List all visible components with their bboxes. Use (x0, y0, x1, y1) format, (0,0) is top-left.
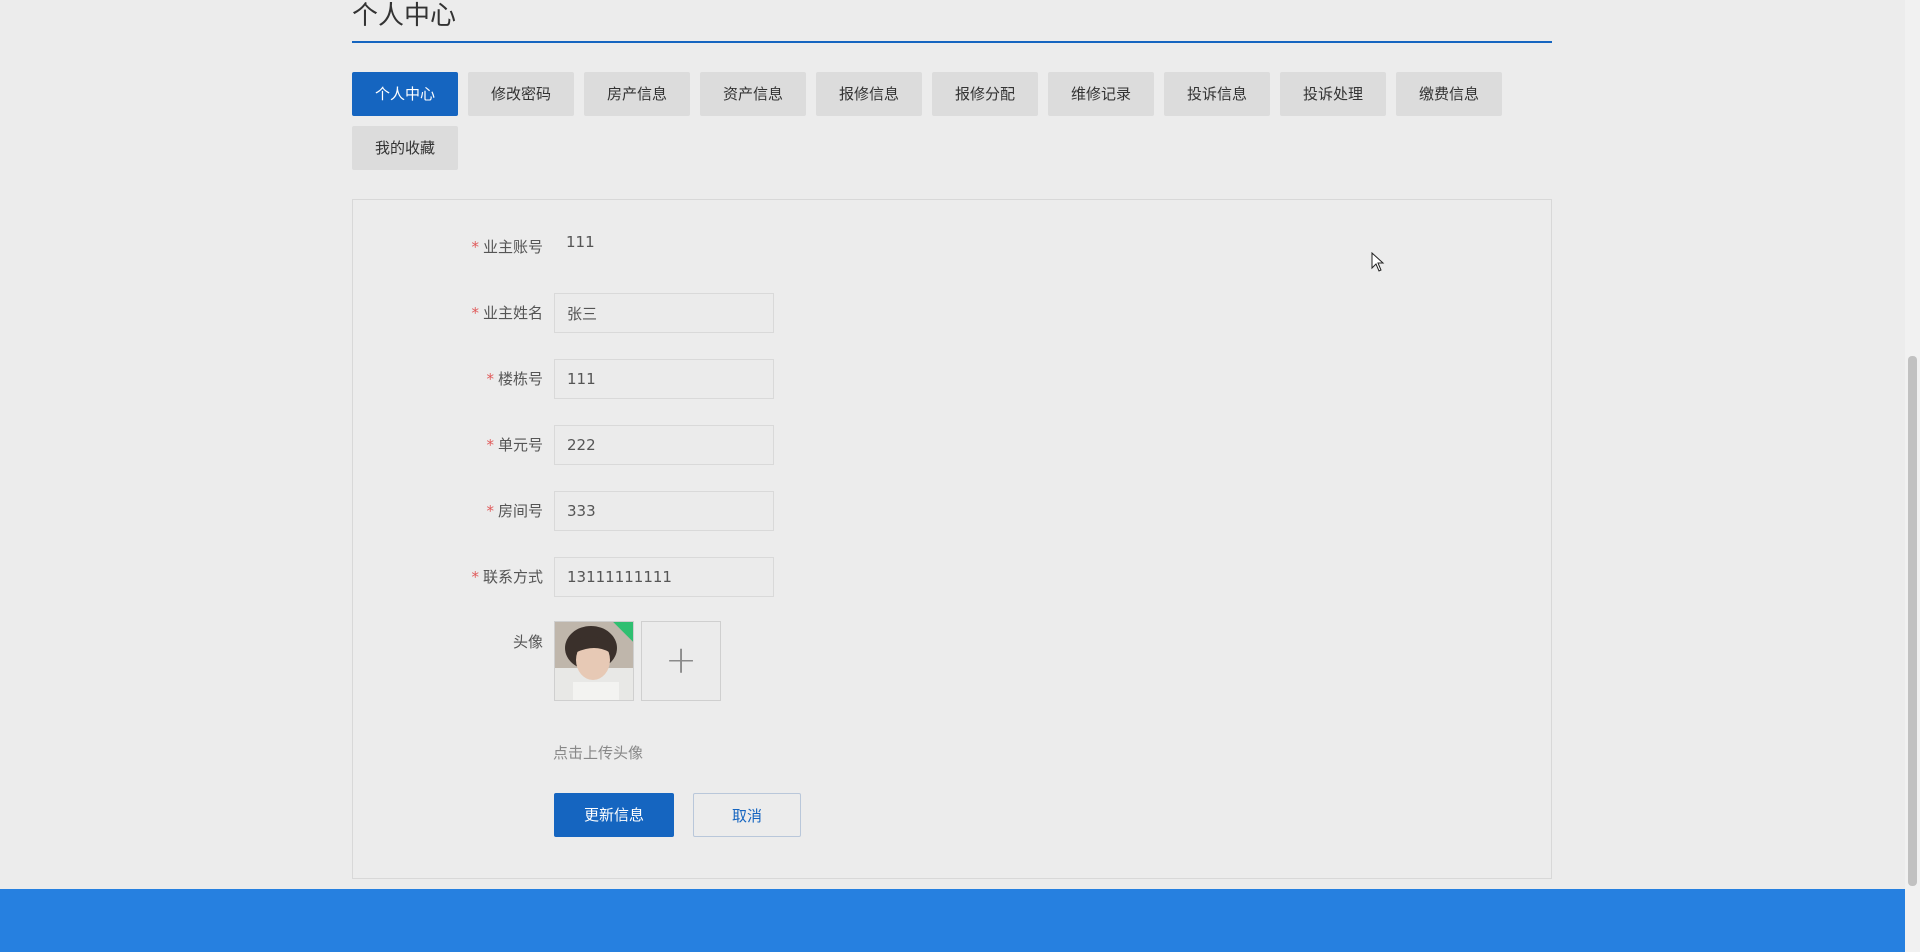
room-no-label: * 房间号 (486, 502, 543, 520)
avatar-label: 头像 (512, 633, 543, 651)
building-no-label: * 楼栋号 (486, 370, 543, 388)
required-mark: * (486, 502, 494, 520)
contact-row: * 联系方式 (353, 557, 1551, 597)
tab-repair-info[interactable]: 报修信息 (816, 72, 922, 116)
footer-bar (0, 889, 1905, 952)
required-mark: * (486, 436, 494, 454)
building-no-row: * 楼栋号 (353, 359, 1551, 399)
tab-complaint-info[interactable]: 投诉信息 (1164, 72, 1270, 116)
tab-change-password[interactable]: 修改密码 (468, 72, 574, 116)
avatar-image[interactable]: ✓ (554, 621, 634, 701)
unit-no-row: * 单元号 (353, 425, 1551, 465)
owner-account-value: 111 (566, 233, 595, 251)
building-no-input[interactable] (554, 359, 774, 399)
avatar-upload-hint: 点击上传头像 (553, 744, 644, 762)
owner-account-label: * 业主账号 (471, 238, 543, 256)
owner-name-input[interactable] (554, 293, 774, 333)
owner-name-label: * 业主姓名 (471, 304, 543, 322)
scrollbar-thumb[interactable] (1908, 356, 1917, 886)
required-mark: * (471, 568, 479, 586)
room-no-input[interactable] (554, 491, 774, 531)
tab-my-favorites[interactable]: 我的收藏 (352, 126, 458, 170)
unit-no-input[interactable] (554, 425, 774, 465)
tab-payment-info[interactable]: 缴费信息 (1396, 72, 1502, 116)
unit-no-label: * 单元号 (486, 436, 543, 454)
cancel-button[interactable]: 取消 (693, 793, 801, 837)
required-mark: * (486, 370, 494, 388)
tab-personal-center[interactable]: 个人中心 (352, 72, 458, 116)
avatar-photo (555, 622, 633, 700)
page: 个人中心 个人中心 修改密码 房产信息 资产信息 报修信息 报修分配 维修记录 … (0, 0, 1920, 952)
room-no-row: * 房间号 (353, 491, 1551, 531)
page-title: 个人中心 (352, 1, 457, 31)
tab-complaint-handling[interactable]: 投诉处理 (1280, 72, 1386, 116)
contact-label: * 联系方式 (471, 568, 543, 586)
mouse-cursor-icon (1371, 251, 1385, 276)
tab-asset-info[interactable]: 资产信息 (700, 72, 806, 116)
profile-form: *业主账号 111 *业主姓名 *楼栋号 *单元号 *房间号 *联系方式 头像 (352, 199, 1552, 879)
required-mark: * (471, 238, 479, 256)
avatar-row: 头像 ✓ + (353, 621, 1551, 703)
tab-maintenance-records[interactable]: 维修记录 (1048, 72, 1154, 116)
vertical-scrollbar[interactable] (1905, 0, 1920, 952)
required-mark: * (471, 304, 479, 322)
page-header: 个人中心 (352, 0, 1552, 43)
owner-name-row: * 业主姓名 (353, 293, 1551, 333)
contact-input[interactable] (554, 557, 774, 597)
update-info-button[interactable]: 更新信息 (554, 793, 674, 837)
tab-property-info[interactable]: 房产信息 (584, 72, 690, 116)
plus-icon: + (665, 638, 697, 682)
tab-repair-assignment[interactable]: 报修分配 (932, 72, 1038, 116)
avatar-upload-button[interactable]: + (641, 621, 721, 701)
